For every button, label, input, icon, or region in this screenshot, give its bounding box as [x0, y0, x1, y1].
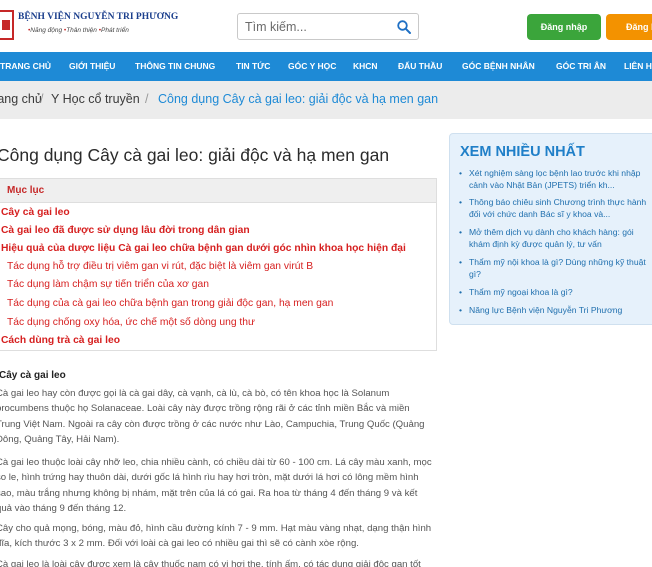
site-header: BỆNH VIỆN NGUYỄN TRI PHƯƠNG •Năng động •…	[0, 0, 652, 52]
most-viewed-item-label: Mở thêm dịch vụ dành cho khách hàng: gói…	[469, 227, 634, 250]
nav-item-about[interactable]: GIỚI THIỆU	[69, 52, 115, 81]
article-paragraph: Cà gai leo hay còn được gọi là cà gai dâ…	[0, 388, 425, 446]
toc-item[interactable]: Cà gai leo đã được sử dụng lâu đời trong…	[1, 225, 250, 236]
most-viewed-title: XEM NHIỀU NHẤT	[460, 144, 585, 160]
slogan-item: Thân thiện	[66, 27, 97, 34]
most-viewed-item[interactable]: • Thẩm mỹ nội khoa là gì? Dùng những kỹ t…	[456, 256, 651, 281]
breadcrumb-home[interactable]: Trang chủ	[0, 92, 42, 106]
most-viewed-item-label: Thông báo chiêu sinh Chương trình thực h…	[469, 197, 647, 220]
most-viewed-item-label: Năng lực Bệnh viện Nguyễn Tri Phương	[469, 305, 623, 315]
most-viewed-item-label: Xét nghiệm sàng lọc bệnh lao trước khi n…	[469, 168, 641, 191]
most-viewed-item[interactable]: • Thẩm mỹ ngoại khoa là gì?	[456, 286, 651, 298]
bullet-icon: •	[459, 168, 463, 178]
toc-item[interactable]: Tác dụng hỗ trợ điều trị viêm gan vi rút…	[7, 261, 313, 272]
bullet-icon: •	[459, 197, 463, 207]
most-viewed-item[interactable]: • Mở thêm dịch vụ dành cho khách hàng: gó…	[456, 226, 651, 251]
logo-cross-icon	[2, 20, 10, 30]
toc-title: Mục lục	[7, 185, 45, 196]
brand-name[interactable]: BỆNH VIỆN NGUYỄN TRI PHƯƠNG	[18, 12, 178, 22]
page-title: Công dụng Cây cà gai leo: giải độc và hạ…	[0, 145, 390, 165]
search-icon	[397, 20, 411, 34]
article-paragraph: Cà gai leo thuộc loài cây nhỡ leo, chia …	[0, 457, 432, 515]
article-paragraph: Cà gai leo là loài cây được xem là cây t…	[0, 559, 421, 567]
most-viewed-panel: XEM NHIỀU NHẤT • Xét nghiệm sàng lọc bệnh…	[449, 133, 652, 325]
brand-slogan: •Năng động •Thân thiện •Phát triển	[28, 27, 129, 34]
bullet-icon: •	[459, 305, 463, 315]
main-nav: TRANG CHỦ GIỚI THIỆU THÔNG TIN CHUNG TIN…	[0, 52, 652, 81]
nav-item-gratitude[interactable]: GÓC TRI ÂN	[556, 52, 606, 81]
search-input[interactable]	[245, 18, 395, 36]
login-button[interactable]: Đăng nhập	[527, 14, 601, 40]
toc-item[interactable]: Hiệu quả của dược liệu Cà gai leo chữa b…	[1, 243, 406, 254]
bullet-icon: •	[459, 287, 463, 297]
breadcrumb-separator: /	[40, 92, 44, 106]
nav-item-science[interactable]: KHCN	[353, 52, 378, 81]
slogan-item: Năng động	[30, 27, 63, 34]
breadcrumb-current[interactable]: Công dụng Cây cà gai leo: giải độc và hạ…	[158, 92, 438, 106]
nav-item-news[interactable]: TIN TỨC	[236, 52, 270, 81]
register-button[interactable]: Đăng ký	[606, 14, 652, 40]
breadcrumb-separator: /	[145, 92, 149, 106]
toc-item[interactable]: Tác dụng làm chậm sự tiến triển của xơ g…	[7, 279, 209, 290]
most-viewed-item[interactable]: • Xét nghiệm sàng lọc bệnh lao trước khi …	[456, 167, 651, 192]
bullet-icon: •	[459, 227, 463, 237]
section-heading: Cây cà gai leo	[0, 370, 66, 381]
slogan-item: Phát triển	[101, 27, 129, 34]
most-viewed-item[interactable]: • Thông báo chiêu sinh Chương trình thực …	[456, 196, 651, 221]
breadcrumb: Trang chủ / Y Học cổ truyền / Công dụng …	[0, 81, 652, 119]
toc-item[interactable]: Tác dụng của cà gai leo chữa bệnh gan tr…	[7, 298, 333, 309]
toc-item[interactable]: Cây cà gai leo	[1, 207, 70, 218]
bullet-icon: •	[459, 257, 463, 267]
nav-item-contact[interactable]: LIÊN HỆ	[624, 52, 652, 81]
nav-item-patients[interactable]: GÓC BỆNH NHÂN	[462, 52, 535, 81]
toc-item[interactable]: Tác dụng chống oxy hóa, ức chế một số dò…	[7, 317, 255, 328]
toc-item[interactable]: Cách dùng trà cà gai leo	[1, 335, 120, 346]
search-box	[237, 13, 419, 40]
nav-item-home[interactable]: TRANG CHỦ	[0, 52, 51, 81]
article-paragraph: Cây cho quả mọng, bóng, màu đỏ, hình cầu…	[0, 523, 432, 550]
most-viewed-item[interactable]: • Năng lực Bệnh viện Nguyễn Tri Phương	[456, 304, 651, 316]
most-viewed-item-label: Thẩm mỹ nội khoa là gì? Dùng những kỹ th…	[469, 257, 646, 280]
table-of-contents: Mục lục Cây cà gai leo Cà gai leo đã đượ…	[0, 178, 437, 351]
most-viewed-item-label: Thẩm mỹ ngoại khoa là gì?	[469, 287, 573, 297]
nav-item-medicine[interactable]: GÓC Y HỌC	[288, 52, 336, 81]
toc-header: Mục lục	[0, 179, 436, 203]
hospital-logo[interactable]	[0, 10, 14, 40]
nav-item-general-info[interactable]: THÔNG TIN CHUNG	[135, 52, 215, 81]
search-button[interactable]	[396, 19, 412, 35]
nav-item-bidding[interactable]: ĐẤU THẦU	[398, 52, 442, 81]
breadcrumb-category[interactable]: Y Học cổ truyền	[51, 92, 140, 106]
